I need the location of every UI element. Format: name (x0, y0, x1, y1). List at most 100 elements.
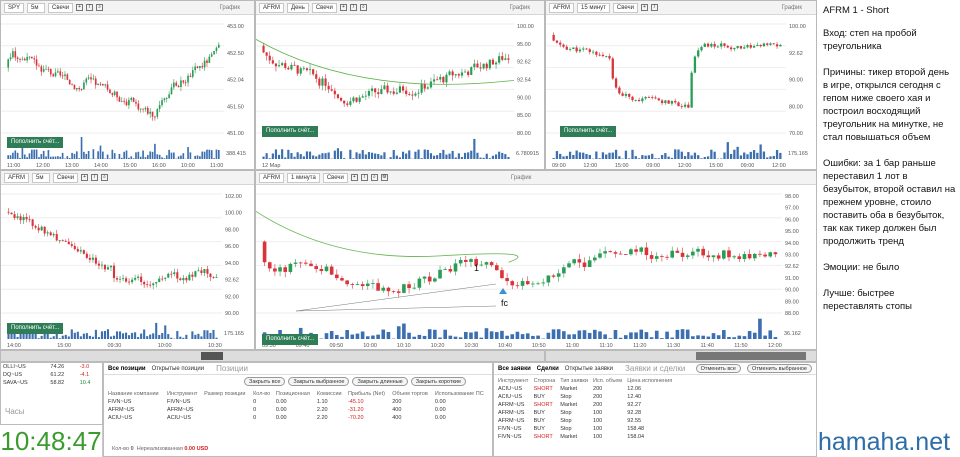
settings-icon[interactable]: ⚙ (380, 174, 388, 181)
zoom-icon[interactable]: ⌕ (370, 174, 378, 181)
tab-all-orders[interactable]: Все заявки (498, 366, 531, 372)
table-row[interactable]: AFRM~US SHORT Market 200 92.27 (496, 401, 676, 409)
volume-bar (75, 151, 78, 159)
table-row[interactable]: FIVN~US SHORT Market 100 158.04 (496, 433, 676, 441)
table-row[interactable]: AFRM~US BUY Stop 100 92.55 (496, 417, 676, 425)
candle-body (47, 68, 50, 70)
timeline-scrollbar[interactable] (0, 350, 545, 362)
price-chart-afrm-15m[interactable]: 100.00 92.62 90.00 80.00 70.00 09:00 12:00 15:0… (546, 16, 816, 169)
timeline-scrollbar[interactable] (545, 350, 817, 362)
timeframe-select[interactable]: 15 минут (577, 2, 610, 13)
close-all-button[interactable]: Закрыть все (244, 377, 286, 386)
crosshair-icon[interactable]: + (350, 174, 358, 181)
ticker-select[interactable]: AFRM (549, 2, 574, 13)
volume-bar (479, 337, 484, 339)
scroll-thumb[interactable] (696, 352, 806, 360)
chart-type-select[interactable]: Свечи (322, 172, 348, 183)
tab-trades[interactable]: Сделки (537, 366, 559, 372)
volume-bar (423, 149, 426, 159)
candle-body (752, 253, 757, 259)
price-chart-afrm-day[interactable]: 100.00 95.00 92.62 92.54 90.00 85.00 80.00 12 М… (256, 16, 544, 169)
cancel-selected-button[interactable]: Отменить выбранное (747, 364, 812, 373)
ticker-select[interactable]: AFRM (4, 172, 29, 183)
line-tool-icon[interactable]: / (349, 4, 357, 11)
table-row[interactable]: FIVN~US FIVN~US 0 0.00 1.10 -45.10 200 0.00 (106, 398, 490, 406)
crosshair-icon[interactable]: + (81, 174, 89, 181)
tab-open-orders[interactable]: Открытые заявки (565, 366, 613, 372)
crosshair-icon[interactable]: + (339, 4, 347, 11)
cell-usage: 0.00 (434, 407, 446, 413)
volume-bar (690, 155, 693, 159)
timeframe-select[interactable]: День (287, 2, 309, 13)
candle-body (647, 97, 651, 98)
table-row[interactable]: ACIU~US SHORT Market 200 12.06 (496, 385, 676, 393)
table-row[interactable]: ACIU~US ACIU~US 0 0.00 2.20 -70.20 400 0.00 (106, 414, 490, 422)
line-tool-icon[interactable]: / (91, 174, 99, 181)
volume-bar (45, 156, 47, 159)
watchlist-row[interactable]: OLLI~US 74.26 -3.0 (1, 363, 102, 371)
volume-bar (284, 157, 287, 159)
time-tick: 10:50 (532, 343, 546, 349)
candle-body (664, 100, 667, 104)
timeframe-select[interactable]: 1 минута (287, 172, 320, 183)
candle-body (25, 216, 28, 220)
chart-type-select[interactable]: Свечи (48, 2, 74, 13)
zoom-icon[interactable]: ⌕ (96, 4, 104, 11)
ticker-select[interactable]: SPY (4, 2, 25, 13)
line-tool-icon[interactable]: / (650, 4, 658, 11)
chart-window-spy: SPY 5м Свечи + / ⌕ График 453.00 452.50 45… (0, 0, 255, 170)
line-tool-icon[interactable]: / (360, 174, 368, 181)
table-row[interactable]: ACIU~US BUY Stop 200 12.40 (496, 393, 676, 401)
chart-type-select[interactable]: Свечи (311, 2, 337, 13)
candle-body (562, 44, 565, 47)
timeframe-select[interactable]: 5м (32, 172, 50, 183)
table-row[interactable]: AFRM~US BUY Stop 100 92.28 (496, 409, 676, 417)
candle-body (123, 100, 125, 102)
deposit-button[interactable]: Пополнить счёт... (262, 126, 319, 137)
tab-open-positions[interactable]: Открытые позиции (152, 366, 205, 372)
notes-errors: Ошибки: за 1 бар раньше переставил 1 лот… (823, 158, 956, 247)
line-tool-icon[interactable]: / (86, 4, 94, 11)
table-row[interactable]: AFRM~US AFRM~US 0 0.00 2.20 -31.20 400 0.00 (106, 406, 490, 414)
ticker-select[interactable]: AFRM (259, 172, 284, 183)
volume-bar (335, 335, 339, 339)
watchlist-row[interactable]: DQ~US 61.22 -4.1 (1, 371, 102, 379)
candle-body (352, 97, 355, 102)
cell-company: FIVN~US (108, 399, 132, 405)
zoom-icon[interactable]: ⌕ (359, 4, 367, 11)
volume-bar (340, 336, 344, 339)
price-tick: 452.04 (227, 78, 244, 84)
crosshair-icon[interactable]: + (640, 4, 648, 11)
deposit-button[interactable]: Пополнить счёт... (262, 334, 319, 345)
table-row[interactable]: FIVN~US BUY Stop 100 158.48 (496, 425, 676, 433)
tab-all-positions[interactable]: Все позиции (108, 366, 146, 372)
watchlist-row[interactable]: SAVA~US 58.82 10.4 (1, 379, 102, 387)
volume-bar (112, 335, 116, 339)
deposit-button[interactable]: Пополнить счёт... (560, 126, 617, 137)
close-short-button[interactable]: Закрыть короткие (410, 377, 467, 386)
chart-type-select[interactable]: Свечи (612, 2, 638, 13)
price-tick: 96.00 (225, 244, 239, 250)
price-chart-afrm-1m[interactable]: 98.00 97.00 96.00 95.00 94.00 93.00 92.62 91.00… (256, 186, 816, 349)
volume-bar (339, 151, 343, 159)
ticker-select[interactable]: AFRM (259, 2, 284, 13)
candle-body (747, 254, 752, 259)
candle-body (598, 54, 601, 56)
chart-type-select[interactable]: Свечи (53, 172, 79, 183)
volume-bar (352, 158, 355, 159)
candle-body (726, 45, 729, 48)
candle-body (536, 283, 540, 285)
price-tick: 89.00 (785, 299, 799, 305)
crosshair-icon[interactable]: + (76, 4, 84, 11)
deposit-button[interactable]: Пополнить счёт... (7, 323, 64, 334)
timeframe-select[interactable]: 5м (27, 2, 46, 13)
close-selected-button[interactable]: Закрыть выбранное (288, 377, 350, 386)
candle-body (206, 269, 209, 274)
close-long-button[interactable]: Закрыть длинные (352, 377, 408, 386)
column-header: Исп. объем (593, 378, 623, 384)
cancel-all-button[interactable]: Отменить все (695, 364, 741, 373)
scroll-thumb[interactable] (201, 352, 223, 360)
deposit-button[interactable]: Пополнить счёт... (7, 137, 64, 148)
zoom-icon[interactable]: ⌕ (101, 174, 109, 181)
price-tick: 92.00 (225, 294, 239, 300)
